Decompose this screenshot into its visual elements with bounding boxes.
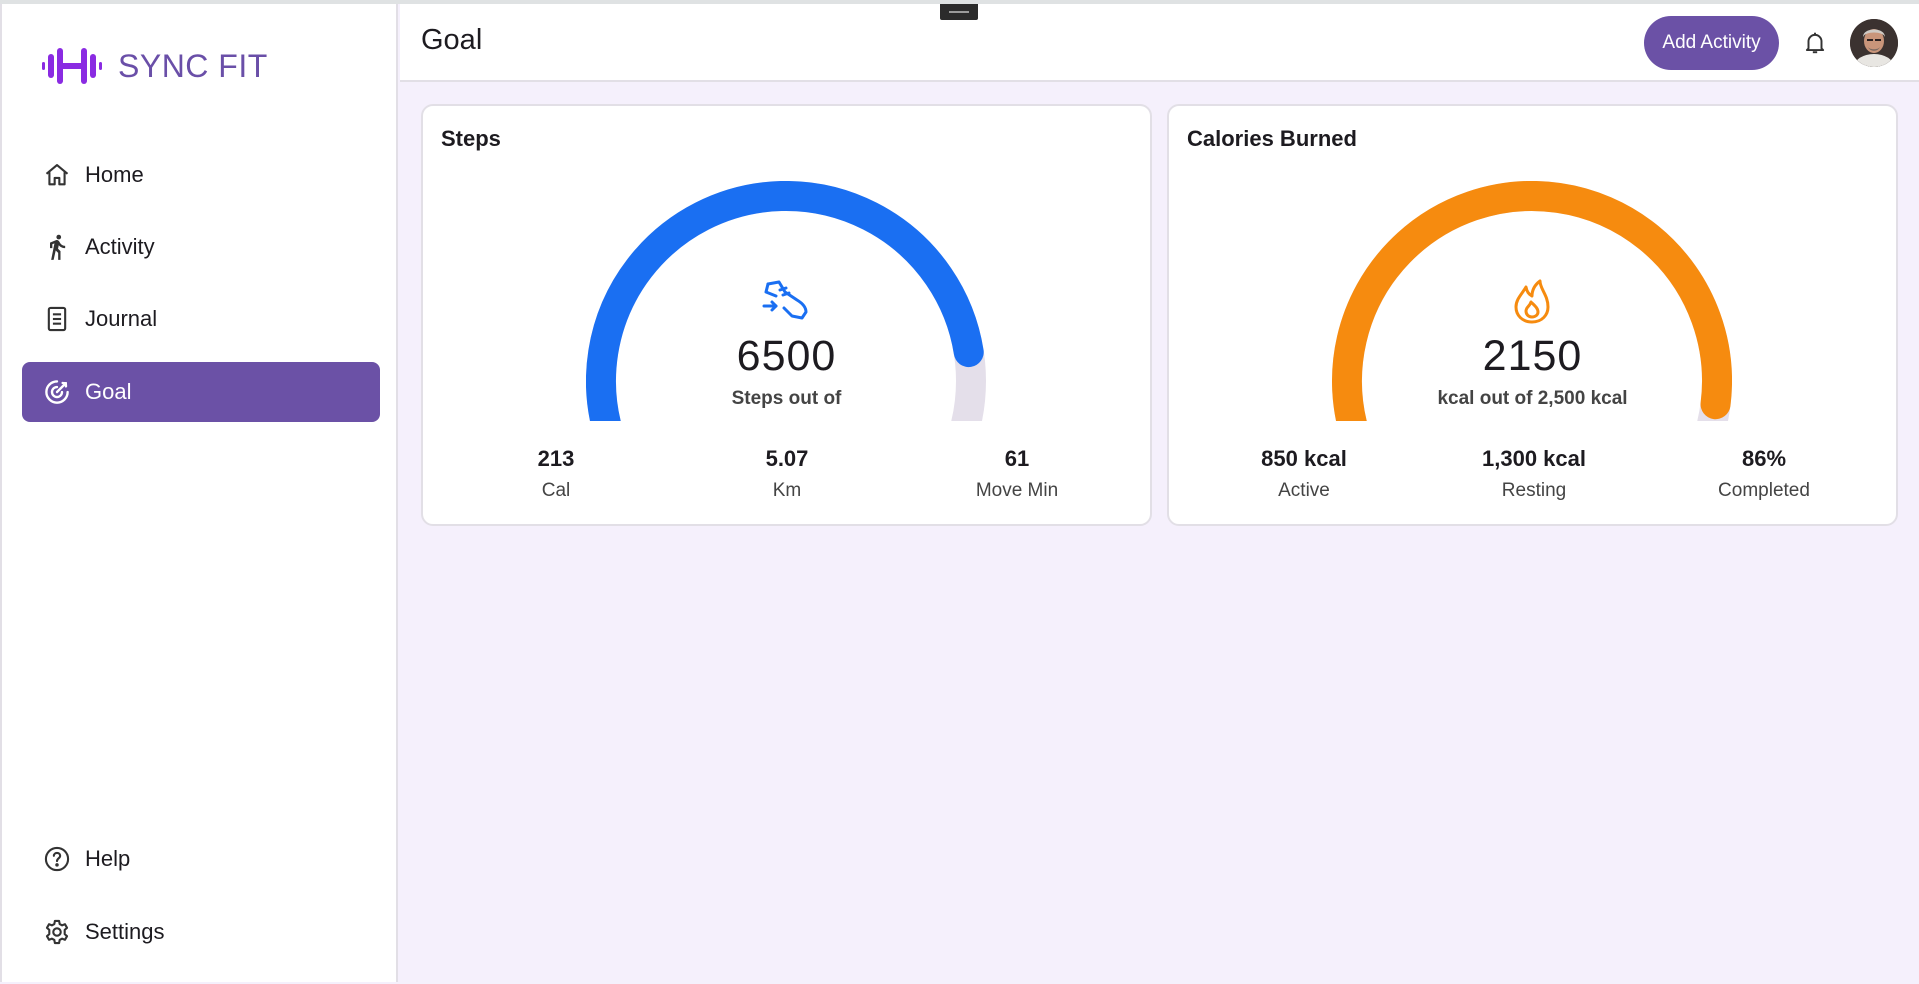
sidebar-item-journal[interactable]: Journal	[22, 289, 380, 349]
home-icon	[42, 160, 72, 190]
drag-handle[interactable]	[940, 4, 978, 20]
sidebar-item-label: Goal	[85, 379, 132, 404]
sidebar-item-help[interactable]: Help	[22, 829, 380, 889]
stat-value-resting: 1,300 kcal	[1482, 446, 1586, 471]
stat-value-completed: 86%	[1741, 446, 1787, 471]
stat-value-active: 850 kcal	[1261, 446, 1347, 471]
help-icon	[42, 844, 72, 874]
app-name: SYNC FIT	[118, 47, 268, 84]
sidebar-item-goal[interactable]: Goal	[22, 362, 380, 422]
sidebar-item-label: Help	[85, 846, 131, 871]
goal-icon	[42, 377, 72, 407]
steps-subtitle: Steps out of	[731, 388, 842, 409]
stat-value-cal: 213	[537, 446, 575, 471]
page-title: Goal	[421, 24, 483, 56]
app-logo[interactable]: SYNC FIT	[40, 46, 268, 86]
calories-value: 2150	[1482, 332, 1583, 380]
add-activity-button[interactable]: Add Activity	[1644, 16, 1779, 70]
stat-label-km: Km	[772, 480, 802, 501]
sidebar-item-activity[interactable]: Activity	[22, 217, 380, 277]
flame-icon	[1506, 276, 1558, 328]
sidebar-item-label: Journal	[85, 306, 158, 331]
sidebar-item-label: Activity	[85, 234, 155, 259]
sidebar-item-label: Settings	[85, 919, 165, 944]
sidebar-item-label: Home	[85, 162, 144, 187]
stat-value-km: 5.07	[765, 446, 809, 471]
top-header: Goal Add Activity	[400, 4, 1919, 82]
steps-value: 6500	[736, 332, 837, 380]
stat-label-resting: Resting	[1501, 480, 1567, 501]
stat-label-active: Active	[1278, 480, 1330, 501]
calories-subtitle: kcal out of 2,500 kcal	[1437, 388, 1628, 409]
journal-icon	[42, 304, 72, 334]
calories-card: Calories Burned 2150 kcal out of 2,500 k…	[1167, 104, 1898, 526]
stat-label-cal: Cal	[541, 480, 571, 501]
sidebar: SYNC FIT Home Activity Journal Goal Help	[0, 4, 398, 982]
stat-value-move-min: 61	[1004, 446, 1030, 471]
shoe-icon	[760, 276, 812, 328]
avatar[interactable]	[1850, 19, 1898, 67]
sidebar-item-settings[interactable]: Settings	[22, 902, 380, 962]
bell-icon[interactable]	[1800, 28, 1830, 58]
steps-card: Steps 6500 Steps out of 213 Cal 5.07 Km …	[421, 104, 1152, 526]
dumbbell-logo-icon	[42, 48, 102, 84]
sidebar-item-home[interactable]: Home	[22, 145, 380, 205]
card-title: Calories Burned	[1187, 126, 1357, 151]
gear-icon	[42, 917, 72, 947]
stat-label-move-min: Move Min	[975, 480, 1059, 501]
walk-icon	[42, 232, 72, 262]
stat-label-completed: Completed	[1718, 480, 1810, 501]
card-title: Steps	[441, 126, 501, 151]
